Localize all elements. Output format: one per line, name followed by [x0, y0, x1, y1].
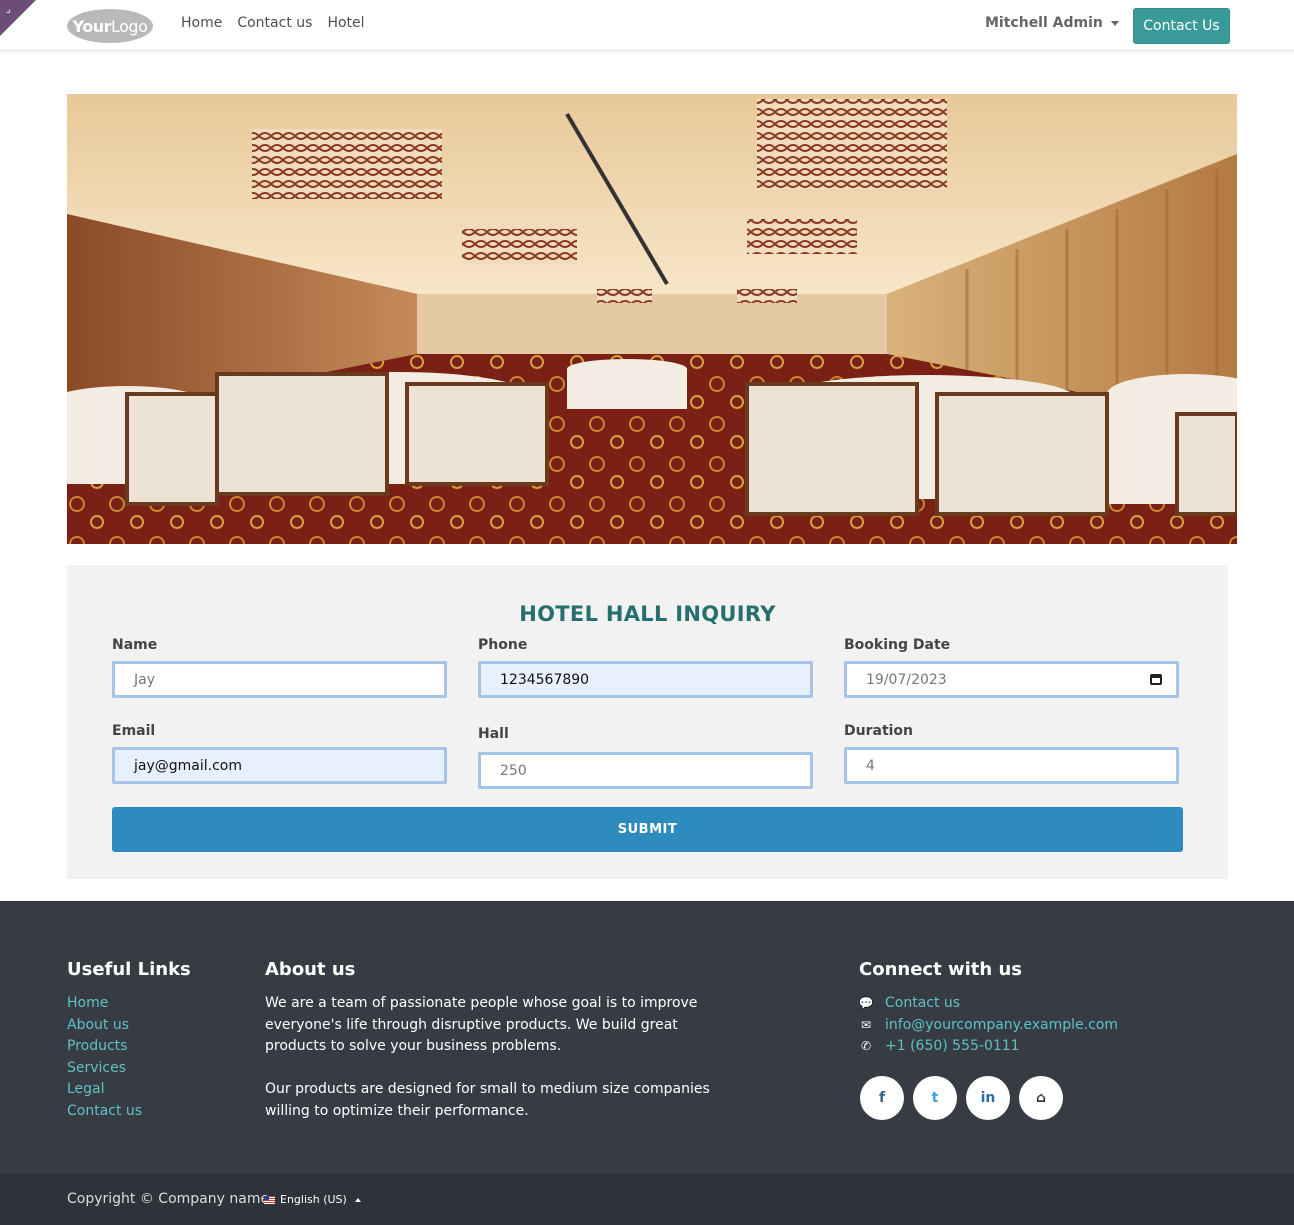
name-input[interactable]: Jay [112, 661, 447, 698]
booking-date-input[interactable]: 19/07/2023 [844, 661, 1179, 698]
about-paragraph-1: We are a team of passionate people whose… [265, 995, 698, 1055]
useful-links-heading: Useful Links [67, 959, 191, 980]
about-us-text: We are a team of passionate people whose… [265, 993, 735, 1144]
hall-input[interactable]: 250 [478, 752, 813, 789]
chevron-down-icon [1110, 20, 1119, 26]
envelope-icon: ✉ [860, 1017, 872, 1032]
phone-input[interactable]: 1234567890 [478, 661, 813, 698]
inquiry-form-panel: HOTEL HALL INQUIRY Name Jay Phone 123456… [67, 565, 1228, 879]
corner-arrow-icon[interactable]: ⌟ [6, 5, 11, 15]
footer-link-home[interactable]: Home [67, 993, 142, 1015]
phone-label: Phone [478, 637, 528, 653]
chevron-up-icon [354, 1197, 361, 1202]
booking-date-label: Booking Date [844, 637, 951, 653]
hero-banquet-image [67, 94, 1237, 544]
connect-contact-link[interactable]: Contact us [885, 993, 960, 1015]
main-nav: Home Contact us Hotel [181, 15, 365, 31]
footer-link-services[interactable]: Services [67, 1058, 142, 1080]
footer-link-products[interactable]: Products [67, 1036, 142, 1058]
copyright-bar: Copyright © Company name English (US) [0, 1174, 1294, 1225]
home-icon[interactable]: ⌂ [1019, 1076, 1063, 1120]
user-name: Mitchell Admin [985, 15, 1103, 31]
copyright-text: Copyright © Company name [67, 1191, 270, 1207]
about-paragraph-2: Our products are designed for small to m… [265, 1081, 710, 1119]
form-title: HOTEL HALL INQUIRY [519, 602, 776, 626]
name-label: Name [112, 637, 158, 653]
hall-input-value: 250 [500, 762, 527, 779]
logo-text-bold: Your [72, 16, 112, 36]
nav-hotel[interactable]: Hotel [327, 15, 364, 31]
name-input-value: Jay [134, 671, 155, 688]
footer-link-contact-us[interactable]: Contact us [67, 1101, 142, 1123]
facebook-icon[interactable]: f [860, 1076, 904, 1120]
booking-date-value: 19/07/2023 [866, 671, 947, 688]
phone-input-value: 1234567890 [500, 671, 590, 688]
connect-heading: Connect with us [859, 959, 1022, 980]
about-us-heading: About us [265, 959, 356, 980]
duration-input[interactable]: 4 [844, 747, 1179, 784]
us-flag-icon [264, 1195, 275, 1204]
footer-link-about-us[interactable]: About us [67, 1015, 142, 1037]
duration-label: Duration [844, 723, 914, 739]
email-input[interactable]: jay@gmail.com [112, 747, 447, 784]
connect-phone-link[interactable]: +1 (650) 555-0111 [885, 1036, 1020, 1058]
useful-links-list: Home About us Products Services Legal Co… [67, 993, 142, 1123]
connect-list: 💬 Contact us ✉ info@yourcompany.example.co… [858, 993, 1119, 1058]
calendar-icon[interactable] [1150, 674, 1162, 685]
connect-email-link[interactable]: info@yourcompany.example.com [885, 1015, 1118, 1037]
banquet-hall-photo-icon [67, 94, 1237, 544]
email-label: Email [112, 723, 156, 739]
company-logo[interactable]: Your Logo [67, 9, 153, 43]
hall-label: Hall [478, 726, 509, 742]
contact-us-button[interactable]: Contact Us [1133, 8, 1230, 44]
social-links: f t in ⌂ [860, 1076, 1063, 1120]
email-input-value: jay@gmail.com [134, 757, 242, 774]
twitter-icon[interactable]: t [913, 1076, 957, 1120]
nav-contact-us[interactable]: Contact us [237, 15, 312, 31]
footer-link-legal[interactable]: Legal [67, 1079, 142, 1101]
comment-icon: 💬 [858, 996, 874, 1010]
submit-button[interactable]: SUBMIT [112, 807, 1183, 852]
logo-text-light: Logo [111, 16, 148, 36]
nav-home[interactable]: Home [181, 15, 222, 31]
linkedin-icon[interactable]: in [966, 1076, 1010, 1120]
language-selector[interactable]: English (US) [264, 1193, 361, 1206]
site-footer: Useful Links Home About us Products Serv… [0, 901, 1294, 1174]
language-label: English (US) [280, 1193, 347, 1206]
phone-icon: ✆ [860, 1039, 872, 1054]
user-menu-dropdown[interactable]: Mitchell Admin [985, 15, 1119, 31]
top-navbar: ⌟ Your Logo Home Contact us Hotel Mitchel… [0, 0, 1294, 51]
duration-input-value: 4 [866, 757, 875, 774]
